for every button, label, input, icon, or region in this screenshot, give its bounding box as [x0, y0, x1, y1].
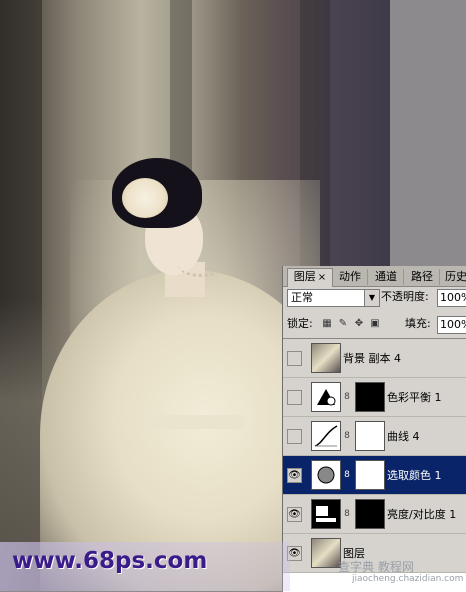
- layer-row[interactable]: 8 曲线 4: [283, 417, 466, 456]
- tab-layers[interactable]: 图层 ×: [287, 268, 333, 287]
- eye-icon[interactable]: 👁: [287, 507, 302, 522]
- layer-row-selected[interactable]: 👁 8 选取颜色 1: [283, 456, 466, 495]
- layer-thumbnail: [311, 343, 341, 373]
- brightness-contrast-icon: [312, 500, 340, 528]
- layer-list: 背景 副本 4 8 色彩平衡 1 8 曲线 4 👁 8 选取颜色 1 👁 8 亮…: [283, 338, 466, 592]
- dress-belt: [145, 415, 245, 429]
- panel-tabs: 图层 × 动作 通道 路径 历史: [283, 266, 466, 287]
- layer-row[interactable]: 8 色彩平衡 1: [283, 378, 466, 417]
- tab-label: 历史: [445, 270, 466, 283]
- tab-label: 通道: [375, 270, 397, 283]
- tab-channels[interactable]: 通道: [369, 269, 404, 285]
- blend-mode-select[interactable]: 正常 ▼: [287, 289, 380, 307]
- layer-thumbnail: [311, 538, 341, 568]
- tab-label: 动作: [339, 270, 361, 283]
- opacity-input[interactable]: 100%: [437, 289, 466, 307]
- tab-history[interactable]: 历史: [441, 269, 466, 285]
- fill-input[interactable]: 100%: [437, 316, 466, 334]
- layer-mask[interactable]: [355, 460, 385, 490]
- selective-color-icon: [312, 461, 340, 489]
- layer-name: 亮度/对比度 1: [387, 508, 457, 521]
- blend-row: 正常 ▼ 不透明度: 100%: [287, 289, 466, 309]
- visibility-toggle[interactable]: [287, 390, 302, 405]
- tab-paths[interactable]: 路径: [405, 269, 440, 285]
- link-icon: 8: [344, 392, 350, 402]
- lock-position-icon[interactable]: ✥: [353, 318, 365, 330]
- lock-all-icon[interactable]: ▣: [369, 318, 381, 330]
- adjustment-icon: [311, 499, 341, 529]
- adjustment-icon: [311, 460, 341, 490]
- layer-row[interactable]: 背景 副本 4: [283, 339, 466, 378]
- layers-panel: 图层× 动作 通道 路径 历史 正常 ▼ 不透明度: 100% 锁定: ▦ ✎ …: [282, 266, 466, 592]
- curves-icon: [312, 422, 340, 450]
- opacity-label: 不透明度:: [381, 290, 429, 303]
- chevron-down-icon[interactable]: ▼: [364, 290, 379, 306]
- link-icon: 8: [344, 470, 350, 480]
- lock-row: 锁定: ▦ ✎ ✥ ▣ 填充: 100%: [287, 316, 466, 336]
- layer-name: 背景 副本 4: [343, 352, 401, 365]
- hair-flower: [122, 178, 168, 218]
- visibility-toggle[interactable]: [287, 351, 302, 366]
- layer-name: 曲线 4: [387, 430, 420, 443]
- necklace: [178, 254, 224, 277]
- lock-transparency-icon[interactable]: ▦: [321, 318, 333, 330]
- lock-pixels-icon[interactable]: ✎: [337, 318, 349, 330]
- link-icon: 8: [344, 509, 350, 519]
- adjustment-icon: [311, 382, 341, 412]
- canvas-background: [390, 0, 466, 268]
- close-icon[interactable]: ×: [318, 272, 326, 283]
- visibility-toggle[interactable]: [287, 429, 302, 444]
- fill-label: 填充:: [405, 317, 431, 330]
- layer-name: 色彩平衡 1: [387, 391, 442, 404]
- layer-mask[interactable]: [355, 421, 385, 451]
- tab-label: 图层: [293, 270, 316, 283]
- layer-name: 选取颜色 1: [387, 469, 442, 482]
- watermark-url: jiaocheng.chazidian.com: [352, 574, 464, 584]
- lock-label: 锁定:: [287, 317, 313, 330]
- tab-label: 路径: [411, 270, 433, 283]
- color-balance-icon: [312, 383, 340, 411]
- tab-actions[interactable]: 动作: [333, 269, 368, 285]
- adjustment-icon: [311, 421, 341, 451]
- layer-row[interactable]: 👁 8 亮度/对比度 1: [283, 495, 466, 534]
- watermark-secondary: 查字典 教程网: [338, 560, 414, 574]
- layer-mask[interactable]: [355, 382, 385, 412]
- blend-mode-value: 正常: [291, 291, 313, 304]
- eye-icon[interactable]: 👁: [287, 468, 302, 483]
- layer-mask[interactable]: [355, 499, 385, 529]
- link-icon: 8: [344, 431, 350, 441]
- watermark-logo: www.68ps.com: [12, 548, 208, 574]
